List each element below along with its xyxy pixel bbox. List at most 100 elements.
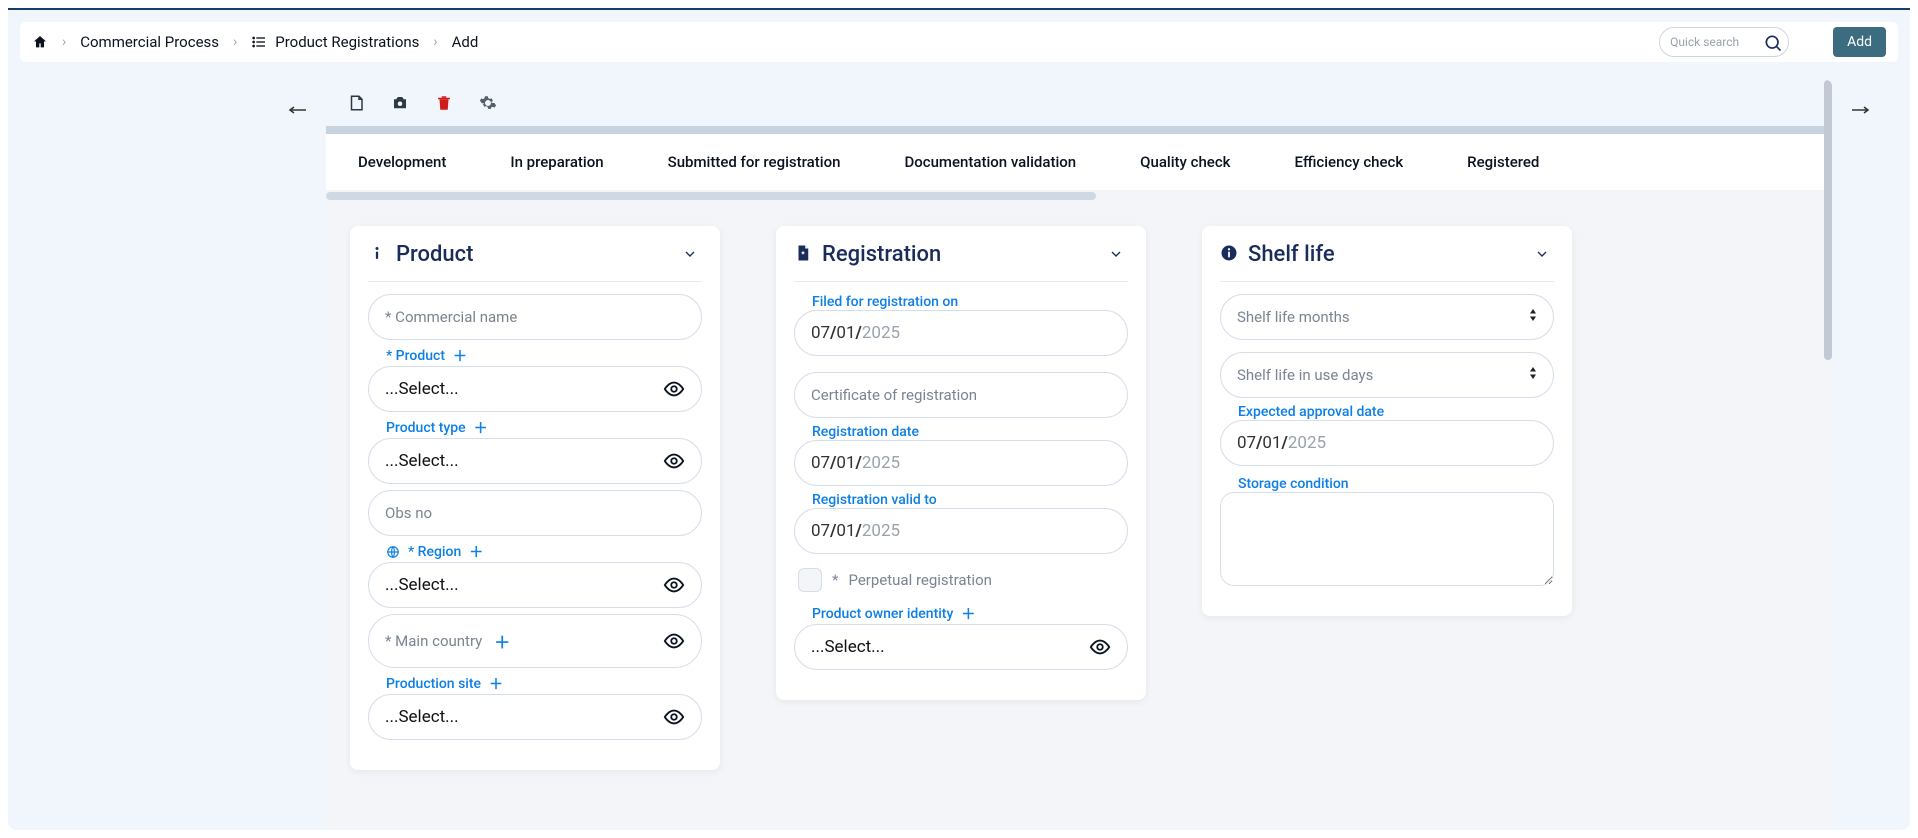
eye-icon[interactable] <box>663 706 685 728</box>
add-button[interactable]: Add <box>1833 27 1886 57</box>
info-circle-icon <box>1220 244 1238 266</box>
valid-to-date[interactable]: 07/01/2025 <box>794 508 1128 554</box>
shelf-life-days-input[interactable] <box>1237 366 1537 384</box>
product-select[interactable]: ...Select... <box>368 366 702 412</box>
owner-identity-label: Product owner identity <box>812 606 953 622</box>
globe-icon <box>386 545 400 559</box>
reg-date-dd: 07 <box>811 453 830 473</box>
add-region-icon[interactable]: ＋ <box>469 542 483 562</box>
perpetual-label: Perpetual registration <box>848 571 991 589</box>
eye-icon[interactable] <box>663 450 685 472</box>
eye-icon[interactable] <box>1089 636 1111 658</box>
card-toolbar <box>326 80 1832 126</box>
chevron-down-icon[interactable] <box>1108 246 1124 266</box>
file-icon <box>794 244 812 266</box>
stage-submitted[interactable]: Submitted for registration <box>636 153 873 171</box>
expected-yyyy: 2025 <box>1288 433 1326 453</box>
content-card: Development In preparation Submitted for… <box>326 80 1832 830</box>
arrow-right-icon <box>1850 105 1870 115</box>
production-site-select-value: ...Select... <box>385 707 459 727</box>
stage-documentation-validation[interactable]: Documentation validation <box>872 153 1108 171</box>
reg-date-mm: 01 <box>836 453 855 473</box>
expected-approval-date[interactable]: 07/01/2025 <box>1220 420 1554 466</box>
add-main-country-icon[interactable]: ＋ <box>494 629 510 653</box>
breadcrumb-level-2[interactable]: Product Registrations <box>251 33 419 51</box>
chevron-down-icon[interactable] <box>682 246 698 266</box>
horizontal-scrollbar[interactable] <box>326 190 1832 202</box>
commercial-name-input[interactable] <box>385 308 685 326</box>
required-indicator: * <box>832 571 838 589</box>
add-production-site-icon[interactable]: ＋ <box>489 674 503 694</box>
arrow-left-icon <box>288 105 308 115</box>
obs-no-input[interactable] <box>385 504 685 522</box>
scrollbar-thumb[interactable] <box>326 192 1096 200</box>
eye-icon[interactable] <box>663 378 685 400</box>
panels-row: Product * Product <box>326 202 1832 794</box>
valid-to-mm: 01 <box>836 521 855 541</box>
owner-identity-value: ...Select... <box>811 637 885 657</box>
list-icon <box>251 34 267 50</box>
vertical-scrollbar[interactable] <box>1824 80 1832 830</box>
region-select[interactable]: ...Select... <box>368 562 702 608</box>
stage-in-preparation[interactable]: In preparation <box>478 153 635 171</box>
camera-icon[interactable] <box>382 85 418 121</box>
breadcrumb-level-2-label: Product Registrations <box>275 33 419 51</box>
stage-bar: Development In preparation Submitted for… <box>326 134 1832 190</box>
product-panel: Product * Product <box>350 226 720 770</box>
product-label: * Product <box>386 348 445 364</box>
production-site-label: Production site <box>386 676 481 692</box>
stage-quality-check[interactable]: Quality check <box>1108 153 1262 171</box>
breadcrumb: › Commercial Process › Product Registrat… <box>32 33 478 51</box>
owner-identity-select[interactable]: ...Select... <box>794 624 1128 670</box>
shelf-life-panel-title: Shelf life <box>1248 242 1335 267</box>
add-product-type-icon[interactable]: ＋ <box>474 418 488 438</box>
filed-for-yyyy: 2025 <box>862 323 900 343</box>
chevron-down-icon[interactable] <box>1534 246 1550 266</box>
stage-efficiency-check[interactable]: Efficiency check <box>1262 153 1435 171</box>
add-owner-icon[interactable]: ＋ <box>961 604 975 624</box>
topbar: › Commercial Process › Product Registrat… <box>20 22 1898 62</box>
expected-mm: 01 <box>1262 433 1281 453</box>
registration-date-label: Registration date <box>794 424 1128 440</box>
filed-for-date[interactable]: 07/01/2025 <box>794 310 1128 356</box>
storage-condition-textarea[interactable] <box>1220 492 1554 586</box>
stage-registered[interactable]: Registered <box>1435 153 1571 171</box>
production-site-select[interactable]: ...Select... <box>368 694 702 740</box>
filed-for-mm: 01 <box>836 323 855 343</box>
collapse-right-button[interactable] <box>1848 98 1872 122</box>
add-product-icon[interactable]: ＋ <box>453 346 467 366</box>
collapse-left-button[interactable] <box>286 98 310 122</box>
valid-to-label: Registration valid to <box>794 492 1128 508</box>
search-input[interactable] <box>1670 35 1760 49</box>
reg-date-yyyy: 2025 <box>862 453 900 473</box>
breadcrumb-level-3: Add <box>452 33 479 51</box>
perpetual-checkbox[interactable] <box>798 568 822 592</box>
breadcrumb-separator-icon: › <box>62 34 66 50</box>
filed-for-label: Filed for registration on <box>794 294 1128 310</box>
shelf-life-months-input[interactable] <box>1237 308 1537 326</box>
progress-thin <box>326 126 1832 134</box>
home-icon[interactable] <box>32 34 48 50</box>
product-select-value: ...Select... <box>385 379 459 399</box>
gear-icon[interactable] <box>470 85 506 121</box>
filed-for-dd: 07 <box>811 323 830 343</box>
registration-date[interactable]: 07/01/2025 <box>794 440 1128 486</box>
valid-to-dd: 07 <box>811 521 830 541</box>
valid-to-yyyy: 2025 <box>862 521 900 541</box>
product-type-select[interactable]: ...Select... <box>368 438 702 484</box>
vertical-scrollbar-thumb[interactable] <box>1824 80 1832 360</box>
registration-panel: Registration Filed for registration on 0… <box>776 226 1146 700</box>
spinner-icon[interactable] <box>1527 367 1539 383</box>
quick-search[interactable] <box>1659 27 1789 57</box>
expected-dd: 07 <box>1237 433 1256 453</box>
product-type-label: Product type <box>386 420 466 436</box>
eye-icon[interactable] <box>663 630 685 652</box>
note-icon[interactable] <box>338 85 374 121</box>
delete-icon[interactable] <box>426 85 462 121</box>
stage-development[interactable]: Development <box>326 153 478 171</box>
spinner-icon[interactable] <box>1527 309 1539 325</box>
eye-icon[interactable] <box>663 574 685 596</box>
certificate-input[interactable] <box>811 386 1111 404</box>
search-icon[interactable] <box>1752 22 1794 64</box>
breadcrumb-level-1[interactable]: Commercial Process <box>80 33 219 51</box>
